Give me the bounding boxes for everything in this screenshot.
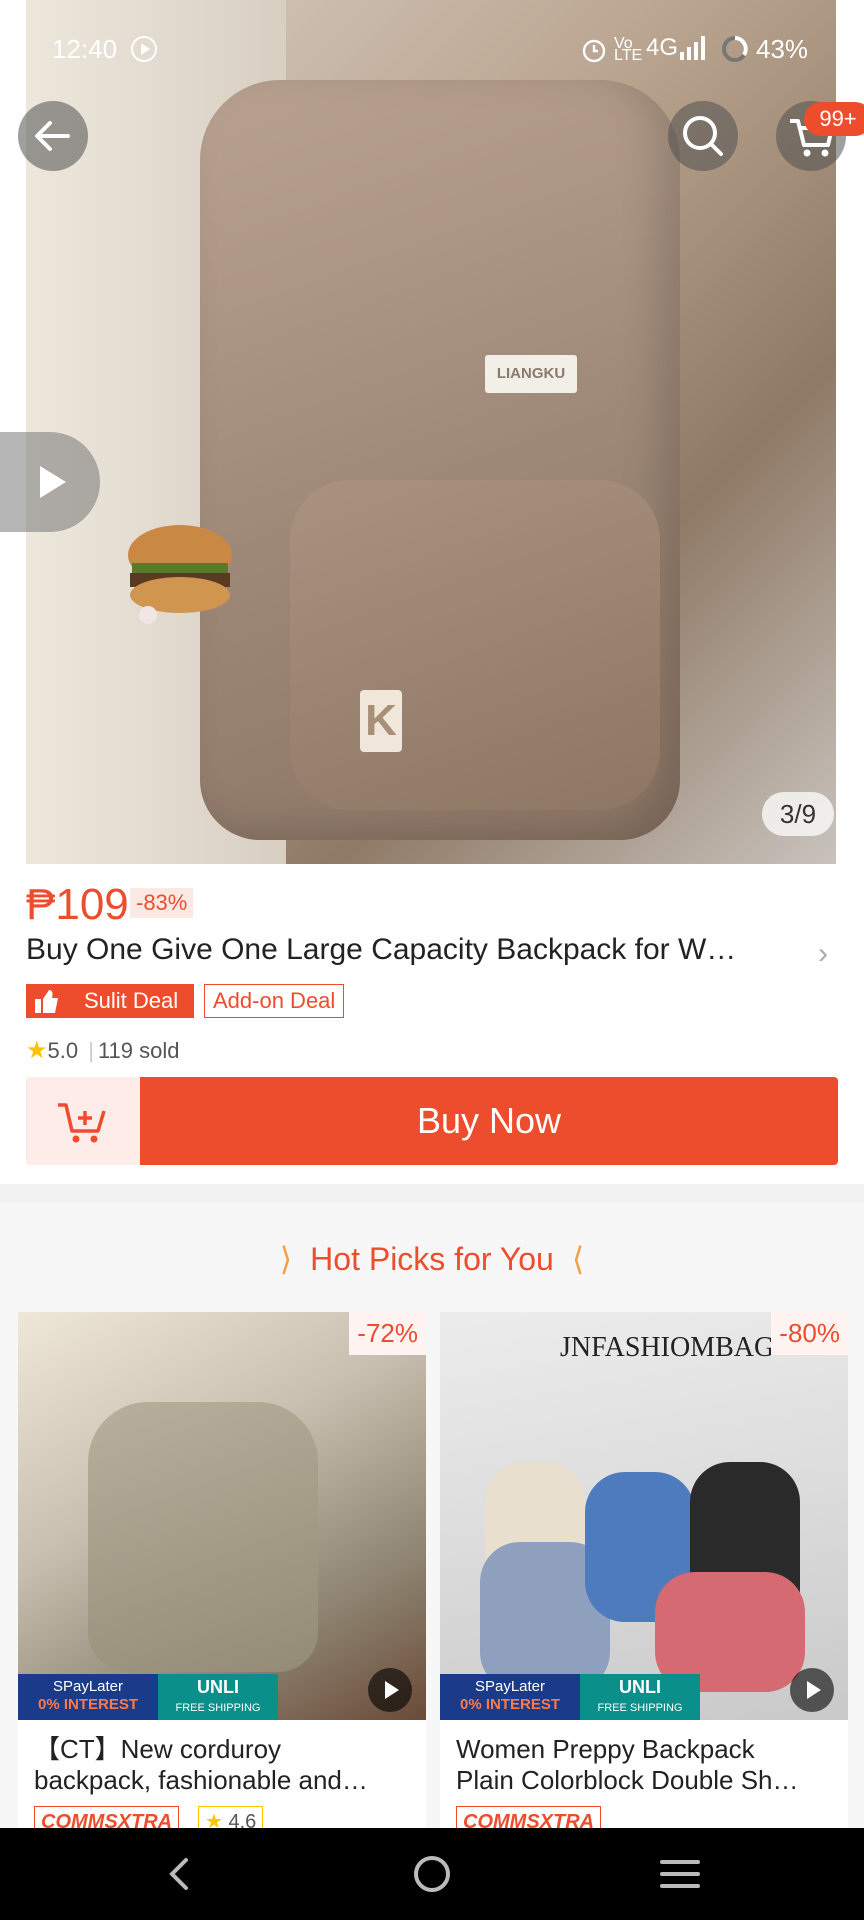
add-to-cart-icon [58,1103,106,1143]
thumbs-up-icon [35,990,58,1013]
discount-badge: -72% [349,1312,426,1355]
back-button[interactable] [18,101,88,171]
card-title: 【CT】New corduroy backpack, fashionable an… [34,1734,410,1796]
card-title: Women Preppy Backpack Plain Colorblock Do… [456,1734,832,1796]
network-type: 4G [646,34,679,61]
hot-picks-title: ⟩ Hot Picks for You ⟨ [0,1240,864,1278]
product-title[interactable]: Buy One Give One Large Capacity Backpack… [26,933,806,967]
status-bar: 12:40 Vo LTE 4G 43% [0,30,864,70]
promo-free-shipping: FREE SHIPPING [597,1702,683,1714]
cart-count-badge: 99+ [804,102,864,136]
play-video-button[interactable] [0,432,100,532]
card-title-line2: Plain Colorblock Double Sh… [456,1765,799,1795]
image-counter: 3/9 [762,792,834,836]
search-button[interactable] [668,101,738,171]
discount-badge: -80% [771,1312,848,1355]
sulit-deal-tag[interactable]: Sulit Deal [26,984,194,1018]
buy-now-button[interactable]: Buy Now [140,1077,838,1165]
volte-icon: Vo LTE [614,35,643,64]
promo-banner: SPayLater 0% INTEREST UNLI FREE SHIPPING [440,1674,848,1720]
card-title-line2: backpack, fashionable and… [34,1765,368,1795]
promo-spaylater: SPayLater [474,1678,546,1695]
promo-unli: UNLI [197,1677,239,1697]
discount-badge: -83% [130,888,194,918]
play-icon [40,466,66,498]
rating-divider: | [88,1038,94,1063]
product-thumbnail: JNFASHIOMBAG [440,1312,848,1720]
nav-home-icon[interactable] [410,1852,454,1896]
chevron-right-icon[interactable]: › [818,937,828,971]
star-icon: ★ [26,1037,48,1064]
card-title-line1: 【CT】New corduroy [34,1734,282,1764]
nav-back-icon[interactable] [160,1854,200,1894]
backpack-thumbnail-shape [88,1402,318,1672]
promo-interest: 0% INTEREST [459,1696,561,1713]
backpack-pocket [290,480,660,810]
promo-unli: UNLI [619,1677,661,1697]
signal-icon [680,36,705,60]
nav-menu-icon[interactable] [658,1854,702,1894]
product-thumbnail [18,1312,426,1720]
play-icon [807,1681,821,1699]
hot-picks-label: Hot Picks for You [310,1241,554,1277]
hot-pick-card[interactable]: -72% SPayLater 0% INTEREST UNLI FREE SHIPP… [18,1312,426,1832]
arrow-left-icon [35,121,70,151]
add-to-cart-button[interactable] [26,1077,140,1165]
search-icon [683,116,723,156]
promo-spaylater: SPayLater [52,1678,124,1695]
sold-count: 119 sold [97,1038,180,1063]
alarm-icon [582,39,606,63]
video-play-button[interactable] [368,1668,412,1712]
rating-value: 5.0 [47,1038,79,1063]
letter-patch: K [360,690,402,752]
sulit-deal-label: Sulit Deal [84,988,179,1013]
promo-free-shipping: FREE SHIPPING [175,1702,261,1714]
system-nav-bar [0,1828,864,1920]
promo-banner: SPayLater 0% INTEREST UNLI FREE SHIPPING [18,1674,426,1720]
flourish-left-icon: ⟩ [279,1241,293,1277]
shop-watermark: JNFASHIOMBAG [560,1332,775,1363]
brand-patch: LIANGKU [485,355,577,393]
rating-row: ★5.0 | 119 sold [26,1036,180,1065]
flourish-right-icon: ⟨ [571,1241,585,1277]
battery-ring-icon [722,36,748,62]
battery-level: 43% [756,34,809,64]
add-on-deal-tag[interactable]: Add-on Deal [204,984,345,1018]
product-price: ₱109 [26,880,129,929]
video-play-button[interactable] [790,1668,834,1712]
status-time: 12:40 [52,34,118,64]
play-icon [385,1681,399,1699]
burger-keychain [128,525,232,624]
promo-interest: 0% INTEREST [37,1696,139,1713]
play-status-icon [131,36,157,62]
hot-pick-card[interactable]: JNFASHIOMBAG -80% SPayLater 0% INTEREST U… [440,1312,848,1832]
card-title-line1: Women Preppy Backpack [456,1734,755,1764]
